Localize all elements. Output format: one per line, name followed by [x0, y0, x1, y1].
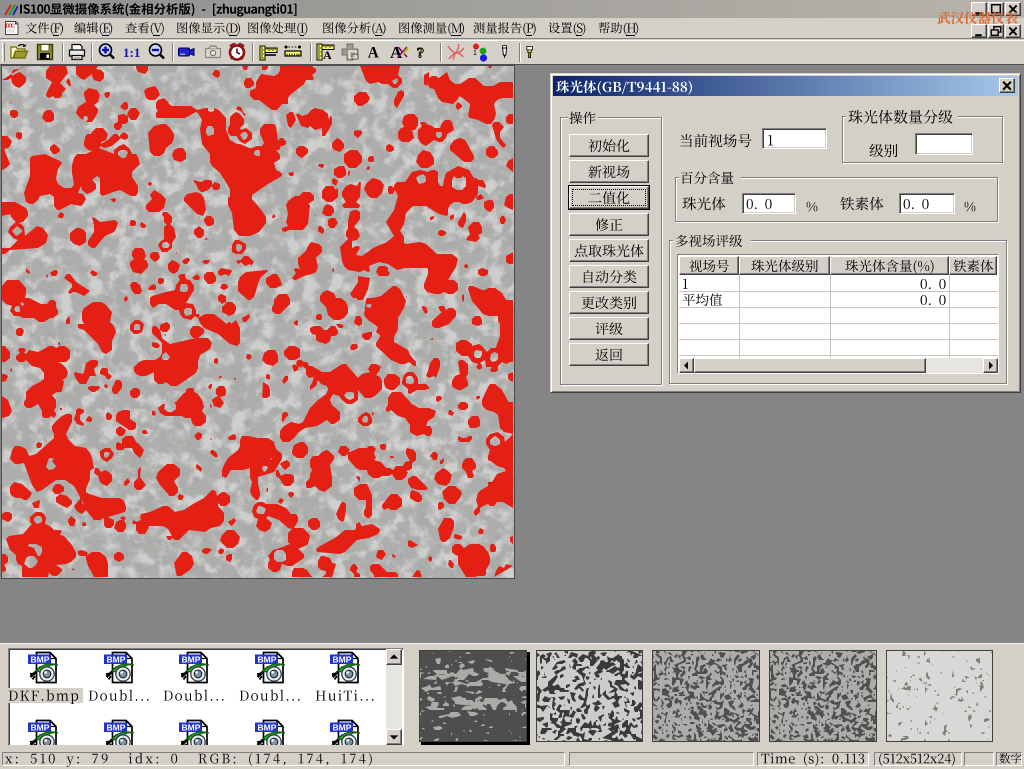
- svg-text:1:1: 1:1: [123, 45, 140, 60]
- svg-text:DOC: DOC: [6, 24, 15, 30]
- svg-text:BMP: BMP: [182, 655, 201, 665]
- svg-text:A: A: [323, 48, 332, 62]
- svg-text:BMP: BMP: [258, 655, 277, 665]
- svg-text:1: 1: [473, 50, 477, 57]
- svg-text:BMP: BMP: [333, 723, 352, 733]
- svg-text:BMP: BMP: [258, 723, 277, 733]
- svg-text:BMP: BMP: [107, 655, 126, 665]
- svg-text:BMP: BMP: [333, 655, 352, 665]
- svg-text:BMP: BMP: [182, 723, 201, 733]
- svg-text:BMP: BMP: [31, 723, 50, 733]
- svg-text:BMP: BMP: [107, 723, 126, 733]
- svg-text:BMP: BMP: [31, 655, 50, 665]
- svg-text:A: A: [368, 44, 379, 61]
- svg-text:?: ?: [417, 45, 425, 62]
